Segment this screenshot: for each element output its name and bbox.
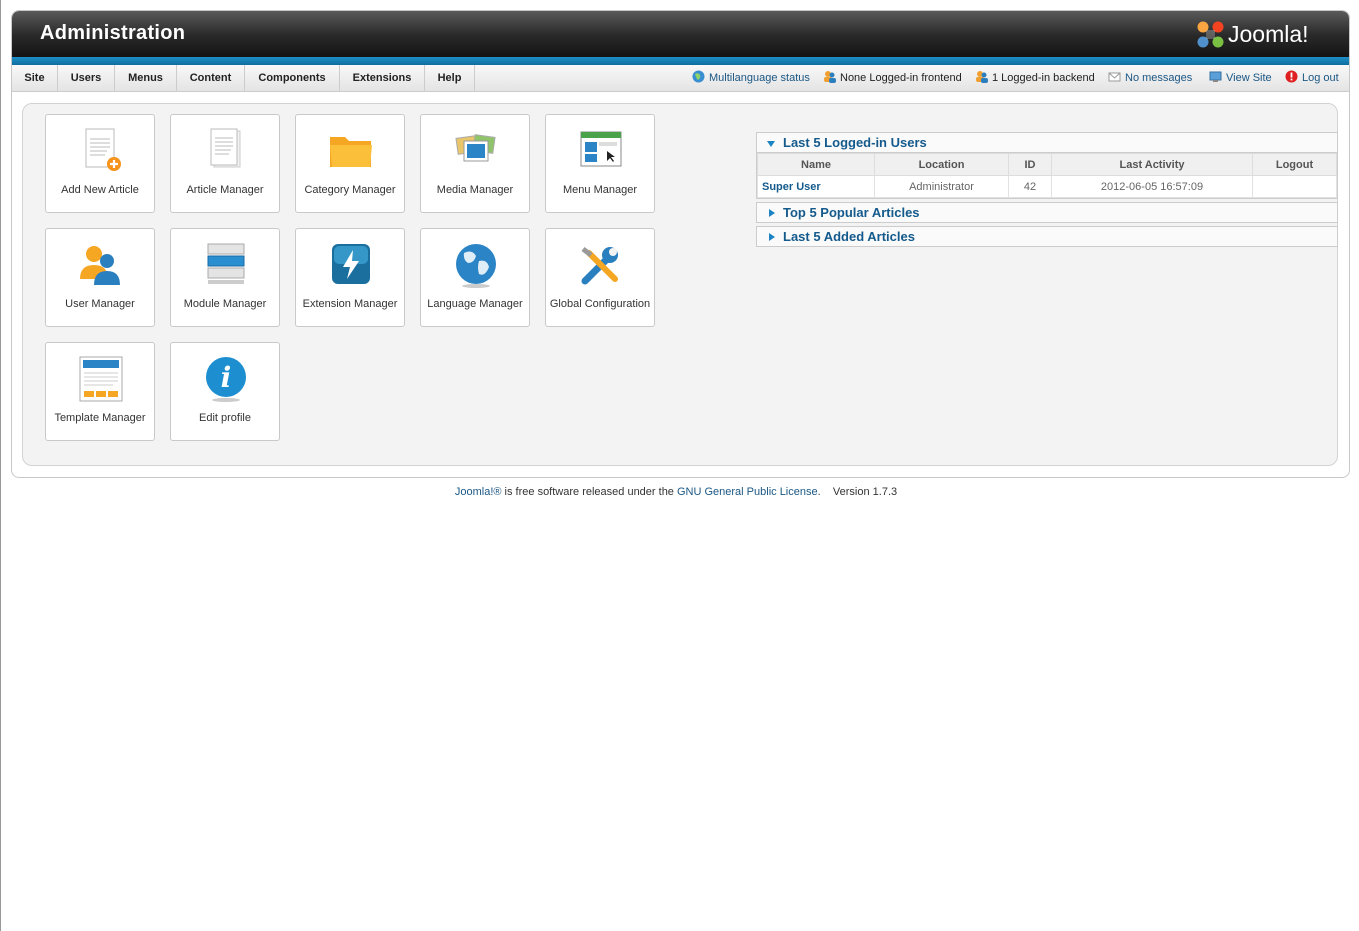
menu-components[interactable]: Components	[245, 65, 340, 92]
added-articles-panel-header[interactable]: Last 5 Added Articles	[756, 226, 1338, 247]
menu-menus[interactable]: Menus	[115, 65, 177, 92]
column-header-location: Location	[874, 153, 1009, 176]
column-header-id: ID	[1008, 153, 1052, 176]
gpl-license-link[interactable]: GNU General Public License	[677, 486, 818, 498]
page-title: Administration	[40, 22, 186, 44]
quickicon-label: User Manager	[65, 298, 135, 310]
view-site-link[interactable]: View Site	[1209, 65, 1272, 92]
tools-icon	[581, 247, 618, 285]
quickicon-global-configuration[interactable]: Global Configuration	[545, 228, 655, 327]
quickicon-label: Add New Article	[61, 184, 139, 196]
quickicon-label: Module Manager	[183, 298, 267, 310]
quickicon-label: Article Manager	[186, 184, 264, 196]
quickicon-template-manager[interactable]: Template Manager	[45, 342, 155, 441]
user-location: Administrator	[874, 175, 1009, 198]
panel-title: Last 5 Added Articles	[783, 229, 915, 244]
logout-link[interactable]: Log out	[1285, 65, 1339, 92]
article-icon	[210, 128, 241, 168]
quickicon-label: Template Manager	[54, 412, 146, 424]
info-icon: i	[206, 357, 246, 402]
footer-text: is free software released under the	[501, 486, 677, 498]
quickicon-edit-profile[interactable]: i Edit profile	[170, 342, 280, 441]
header-bar: Administration Joomla!	[12, 11, 1349, 65]
menu-site[interactable]: Site	[12, 65, 58, 92]
quickicon-add-new-article[interactable]: Add New Article	[45, 114, 155, 213]
menu-help[interactable]: Help	[425, 65, 475, 92]
quickicon-media-manager[interactable]: Media Manager	[420, 114, 530, 213]
svg-text:i: i	[221, 361, 232, 394]
joomla-logo[interactable]: Joomla!	[1194, 17, 1339, 51]
quickicon-label: Language Manager	[427, 298, 523, 310]
table-header-row: Name Location ID Last Activity Logout	[757, 153, 1337, 176]
multilanguage-status-link[interactable]: Multilanguage status	[692, 65, 810, 92]
message-small-icon	[1108, 72, 1121, 82]
admin-frame: Administration Joomla! Site Users Menus …	[11, 10, 1350, 478]
user-name-link[interactable]: Super User	[757, 175, 875, 198]
joomla-link[interactable]: Joomla!®	[455, 486, 502, 498]
version-text: Version 1.7.3	[832, 486, 898, 498]
quickicon-label: Global Configuration	[549, 298, 651, 310]
panel-title: Top 5 Popular Articles	[783, 205, 920, 220]
footer: Joomla!® is free software released under…	[1, 486, 1351, 498]
popular-articles-panel-header[interactable]: Top 5 Popular Articles	[756, 202, 1338, 223]
header-accent-band	[12, 57, 1349, 65]
quickicon-article-manager[interactable]: Article Manager	[170, 114, 280, 213]
module-panels: Last 5 Logged-in Users Name Location ID …	[756, 132, 1338, 250]
logged-users-panel-header[interactable]: Last 5 Logged-in Users	[756, 132, 1338, 153]
quickicon-label: Extension Manager	[302, 298, 398, 310]
user-small-icon	[824, 71, 836, 83]
monitor-small-icon	[1209, 71, 1222, 82]
extension-icon	[332, 244, 370, 284]
quickicon-extension-manager[interactable]: Extension Manager	[295, 228, 405, 327]
menu-users[interactable]: Users	[58, 65, 115, 92]
column-header-logout: Logout	[1252, 153, 1337, 176]
footer-period: .	[817, 486, 821, 498]
menu-icon	[580, 131, 622, 167]
table-row: Super User Administrator 42 2012-06-05 1…	[757, 175, 1337, 198]
expand-arrow-icon	[769, 209, 775, 217]
logged-users-table: Name Location ID Last Activity Logout Su…	[757, 153, 1337, 198]
backend-users-status: 1 Logged-in backend	[975, 65, 1095, 92]
template-icon	[79, 356, 123, 402]
expand-arrow-icon	[769, 233, 775, 241]
column-header-last-activity: Last Activity	[1051, 153, 1253, 176]
quickicon-language-manager[interactable]: Language Manager	[420, 228, 530, 327]
main-menu-bar: Site Users Menus Content Components Exte…	[12, 65, 1349, 92]
frontend-users-status: None Logged-in frontend	[823, 65, 962, 92]
quickicon-module-manager[interactable]: Module Manager	[170, 228, 280, 327]
quickicon-label: Media Manager	[436, 184, 514, 196]
panel-title: Last 5 Logged-in Users	[783, 135, 927, 150]
menu-extensions[interactable]: Extensions	[340, 65, 425, 92]
messages-link[interactable]: No messages	[1108, 65, 1192, 92]
quickicon-category-manager[interactable]: Category Manager	[295, 114, 405, 213]
user-id: 42	[1008, 175, 1052, 198]
globe-small-icon	[692, 70, 705, 83]
column-header-name: Name	[757, 153, 875, 176]
logout-icon	[1285, 70, 1298, 83]
module-icon	[207, 243, 245, 284]
logged-users-panel-body: Name Location ID Last Activity Logout Su…	[756, 153, 1338, 199]
media-icon	[455, 134, 496, 162]
users-icon	[80, 246, 120, 285]
quickicon-user-manager[interactable]: User Manager	[45, 228, 155, 327]
globe-icon	[456, 244, 496, 288]
svg-text:Joomla!: Joomla!	[1228, 21, 1309, 47]
add-article-icon	[85, 128, 121, 171]
quickicon-label: Edit profile	[199, 412, 251, 424]
menu-content[interactable]: Content	[177, 65, 245, 92]
user-logout[interactable]	[1252, 175, 1337, 198]
folder-icon	[330, 137, 372, 167]
quickicon-label: Category Manager	[304, 184, 396, 196]
control-panel: Add New Article Article Manager Category…	[22, 103, 1338, 466]
quickicon-menu-manager[interactable]: Menu Manager	[545, 114, 655, 213]
user-small-icon	[976, 71, 988, 83]
user-last-activity: 2012-06-05 16:57:09	[1051, 175, 1253, 198]
collapse-arrow-icon	[767, 141, 775, 147]
quickicon-label: Menu Manager	[563, 184, 637, 196]
